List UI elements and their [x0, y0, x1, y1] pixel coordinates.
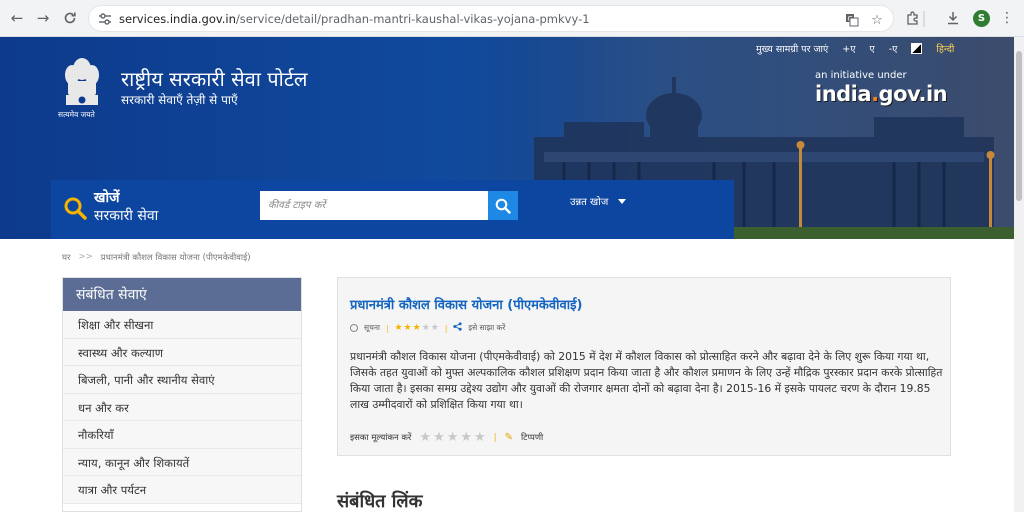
sidebar-item-justice[interactable]: न्याय, कानून और शिकायतें: [63, 448, 301, 476]
service-type-label: सूचना: [364, 323, 380, 332]
share-icon[interactable]: [453, 322, 463, 334]
search-subheading: सरकारी सेवा: [94, 208, 159, 224]
scrollbar-thumb[interactable]: [1016, 51, 1022, 201]
sidebar-item-money-tax[interactable]: धन और कर: [63, 393, 301, 421]
sidebar-heading: संबंधित सेवाएं: [63, 278, 301, 311]
magnifier-icon: [495, 198, 511, 214]
page-scrollbar[interactable]: [1014, 37, 1024, 512]
service-description: प्रधानमंत्री कौशल विकास योजना (पीएमकेवीव…: [350, 350, 943, 411]
star-empty-icon: ★: [430, 323, 439, 333]
star-empty-icon: ★: [421, 323, 430, 333]
url-text: services.india.gov.in/service/detail/pra…: [119, 12, 590, 26]
breadcrumb-separator: >>: [78, 252, 93, 262]
rate-this-section: इसका मूल्यांकन करें ★ ★ ★ ★ ★ | ✎ टिप्पण…: [350, 430, 543, 445]
breadcrumb-current: प्रधानमंत्री कौशल विकास योजना (पीएमकेवीव…: [100, 253, 251, 263]
chevron-down-icon: [618, 198, 627, 204]
sidebar-list: शिक्षा और सीखना स्वास्थ्य और कल्याण बिजल…: [63, 311, 301, 504]
comment-link[interactable]: टिप्पणी: [521, 432, 543, 443]
star-filled-icon: ★: [403, 323, 412, 333]
sidebar-item-health[interactable]: स्वास्थ्य और कल्याण: [63, 338, 301, 366]
skip-to-content-link[interactable]: मुख्य सामग्री पर जाएं: [756, 42, 828, 55]
language-hindi-link[interactable]: हिन्दी: [936, 42, 954, 55]
font-normal-button[interactable]: ए: [869, 42, 874, 55]
search-input[interactable]: [260, 191, 488, 220]
star-empty-icon[interactable]: ★: [447, 430, 459, 445]
share-link[interactable]: इसे साझा करें: [468, 323, 505, 333]
address-bar[interactable]: services.india.gov.in/service/detail/pra…: [88, 5, 894, 32]
browser-toolbar: ← → services.india.gov.in/service/detail…: [0, 0, 1024, 37]
advanced-search-label: उन्नत खोज: [570, 197, 609, 208]
pencil-icon[interactable]: ✎: [505, 432, 513, 443]
sidebar-item-education[interactable]: शिक्षा और सीखना: [63, 311, 301, 339]
breadcrumb-home-link[interactable]: घर: [62, 252, 71, 263]
font-increase-button[interactable]: +ए: [842, 42, 855, 55]
initiative-label: an initiative under: [815, 70, 907, 81]
meta-divider: |: [444, 323, 448, 333]
average-rating: ★ ★ ★ ★ ★: [394, 323, 438, 333]
extensions-icon[interactable]: [904, 9, 922, 27]
breadcrumb: घर >> प्रधानमंत्री कौशल विकास योजना (पीए…: [62, 252, 251, 263]
reload-icon[interactable]: [60, 8, 80, 28]
search-icon: [64, 197, 87, 220]
download-icon[interactable]: [944, 9, 962, 27]
sidebar-item-travel[interactable]: यात्रा और पर्यटन: [63, 476, 301, 504]
india-gov-logo[interactable]: india.gov.in: [815, 82, 948, 106]
back-arrow-icon[interactable]: ←: [7, 8, 27, 28]
site-title[interactable]: राष्ट्रीय सरकारी सेवा पोर्टल: [121, 65, 308, 92]
star-filled-icon: ★: [412, 323, 421, 333]
star-filled-icon: ★: [394, 323, 403, 333]
forward-arrow-icon[interactable]: →: [33, 8, 53, 28]
accessibility-links: मुख्य सामग्री पर जाएं +ए ए -ए हिन्दी: [756, 42, 954, 55]
service-detail-card: प्रधानमंत्री कौशल विकास योजना (पीएमकेवीव…: [337, 277, 951, 456]
emblem-motto: सत्यमेव जयते: [58, 110, 95, 119]
meta-divider: |: [385, 323, 389, 333]
profile-avatar[interactable]: S: [973, 10, 990, 27]
translate-icon[interactable]: G: [843, 11, 861, 29]
search-heading: खोजें: [94, 190, 120, 206]
more-menu-icon[interactable]: ⋮: [998, 9, 1016, 27]
meta-divider: |: [493, 432, 497, 443]
advanced-search-toggle[interactable]: उन्नत खोज: [570, 194, 627, 208]
search-button[interactable]: [488, 191, 518, 220]
star-empty-icon[interactable]: ★: [419, 430, 431, 445]
rate-label: इसका मूल्यांकन करें: [350, 433, 412, 443]
service-meta: सूचना | ★ ★ ★ ★ ★ | इसे साझा करें: [350, 322, 505, 334]
star-empty-icon[interactable]: ★: [433, 430, 445, 445]
site-tagline: सरकारी सेवाएँ तेज़ी से पाएँ: [121, 93, 238, 107]
search-panel: खोजें सरकारी सेवा उन्नत खोज: [51, 180, 734, 239]
toolbar-divider: [923, 11, 925, 27]
bookmark-star-icon[interactable]: ☆: [868, 11, 886, 29]
sidebar-item-jobs[interactable]: नौकरियाँ: [63, 421, 301, 449]
star-empty-icon[interactable]: ★: [460, 430, 472, 445]
font-decrease-button[interactable]: -ए: [889, 42, 898, 55]
site-header: मुख्य सामग्री पर जाएं +ए ए -ए हिन्दी सत्…: [0, 37, 1014, 239]
service-title: प्रधानमंत्री कौशल विकास योजना (पीएमकेवीव…: [350, 298, 583, 313]
related-links-heading: संबंधित लिंक: [337, 491, 423, 512]
site-settings-icon[interactable]: [97, 11, 113, 27]
rating-input[interactable]: ★ ★ ★ ★ ★: [419, 430, 485, 445]
star-empty-icon[interactable]: ★: [474, 430, 486, 445]
info-type-icon: [350, 324, 358, 332]
sidebar-item-utilities[interactable]: बिजली, पानी और स्थानीय सेवाएं: [63, 366, 301, 394]
related-services-sidebar: संबंधित सेवाएं शिक्षा और सीखना स्वास्थ्य…: [62, 277, 302, 512]
contrast-toggle-icon[interactable]: [911, 43, 923, 54]
